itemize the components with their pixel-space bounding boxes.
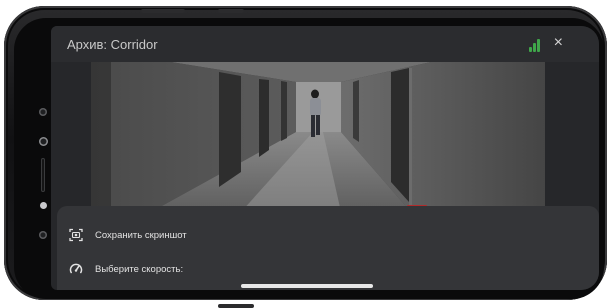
options-sheet: Сохранить скриншот Выберите скорость: [57,206,599,290]
sensor-dot [39,231,47,239]
select-speed-item[interactable]: Выберите скорость: [69,258,183,280]
camera-video-feed[interactable] [91,62,545,212]
proximity-sensor [40,202,47,209]
save-screenshot-item[interactable]: Сохранить скриншот [69,224,187,246]
save-screenshot-label: Сохранить скриншот [95,229,187,241]
select-speed-label: Выберите скорость: [95,263,184,275]
phone-frame: Архив: Corridor × Сохранить скриншот Выб… [4,6,607,308]
signal-bars-icon [529,39,541,52]
speedometer-icon [69,263,83,274]
earpiece-speaker [41,158,45,192]
side-button [218,9,244,13]
volume-button [141,9,185,13]
corridor-video-frame [91,62,545,212]
front-camera [39,137,48,146]
sensor-dot [39,108,47,116]
power-button [218,304,254,308]
archive-title: Архив: Corridor [67,37,158,52]
app-screen: Архив: Corridor × Сохранить скриншот Выб… [51,26,599,290]
top-bar: Архив: Corridor × [51,26,599,62]
home-indicator[interactable] [241,284,373,288]
close-icon[interactable]: × [554,34,563,52]
screenshot-icon [69,228,83,242]
